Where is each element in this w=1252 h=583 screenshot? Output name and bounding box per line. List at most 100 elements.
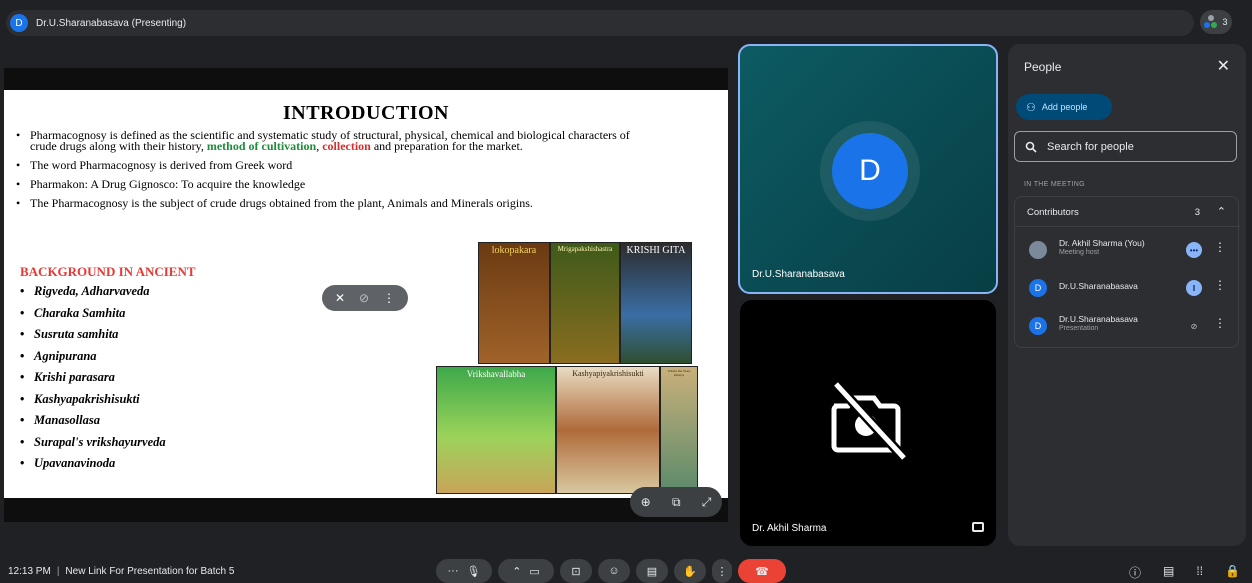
call-controls: ··· 🎙 ⌃ ▭ ⊡ ☺ ▤ ✋ ⋮ ☎ [436,559,786,583]
unpin-icon[interactable]: ✕ [335,291,345,305]
book-cover: Vriksha Das Yaana Rahasya [660,366,698,494]
presenting-indicator[interactable]: D Dr.U.Sharanabasava (Presenting) [6,10,1194,36]
add-person-icon: ⚇ [1026,101,1036,114]
top-bar: D Dr.U.Sharanabasava (Presenting) 3 [0,0,1252,44]
mic-icon[interactable]: 🎙 [467,565,481,578]
meeting-info[interactable]: 12:13 PM | New Link For Presentation for B… [8,566,234,577]
captions-icon: ▤ [646,565,658,578]
hand-icon: ✋ [683,565,697,578]
more-vert-icon[interactable]: ⋮ [1214,240,1226,254]
participant-count: 3 [1222,17,1228,27]
tile-name: Dr. Akhil Sharma [752,523,827,534]
raise-hand-button[interactable]: ✋ [674,559,706,583]
people-dots-icon [1204,15,1218,29]
pop-out-icon[interactable]: ⧉ [672,495,681,510]
participant-tile-presenter[interactable]: D Dr.U.Sharanabasava [738,44,998,294]
info-icon[interactable]: ⓘ [1129,564,1141,581]
list-item: Rigveda, Adharvaveda [20,284,166,306]
search-people-input[interactable]: Search for people [1014,131,1237,162]
people-panel: People ✕ ⚇ Add people Search for people … [1008,44,1246,546]
fullscreen-icon[interactable]: ⤢ [702,495,712,510]
search-icon [1025,141,1037,153]
list-item: Manasollasa [20,413,166,435]
microphone-button[interactable]: ··· 🎙 [436,559,492,583]
avatar: D [1029,279,1047,297]
book-cover: Mrigapakshishastra [550,242,620,364]
activities-icon[interactable]: ⁞⁞ [1196,564,1203,581]
book-cover: Kashyapiyakrishisukti [556,366,660,494]
list-item: Surapal's vrikshayurveda [20,435,166,457]
meeting-title: New Link For Presentation for Batch 5 [65,566,235,577]
present-button[interactable]: ⊡ [560,559,592,583]
contributors-label: Contributors [1027,207,1079,218]
book-cover-collage: lokopakara Mrigapakshishastra KRISHI GIT… [436,242,698,496]
bullet-greek-words: Pharmakon: A Drug Gignosco: To acquire t… [16,178,656,190]
contributors-count: 3 [1194,207,1200,218]
meet-window: D Dr.U.Sharanabasava (Presenting) 3 INTR… [0,0,1252,583]
person-role: Meeting host [1059,249,1100,256]
add-people-label: Add people [1041,102,1088,112]
bottom-bar: 12:13 PM | New Link For Presentation for B… [0,556,1252,583]
slide-annotation-controls[interactable]: ✕ ⊘ ⋮ [322,285,408,311]
avatar: D [832,133,908,209]
more-options-button[interactable]: ⋮ [712,559,732,583]
camera-off-icon [831,380,908,460]
book-cover: KRISHI GITA [620,242,692,364]
side-panel-buttons: ⓘ ▤ ⁞⁞ 🔒 [1129,564,1240,581]
person-name: Dr.U.Sharanabasava [1059,281,1138,291]
chevron-up-icon[interactable]: ⌃ [1217,205,1226,218]
captions-button[interactable]: ▤ [636,559,668,583]
more-horiz-icon[interactable]: ··· [448,565,459,577]
end-call-icon: ☎ [755,565,769,578]
more-vert-icon: ⋮ [716,565,728,578]
chevron-up-icon[interactable]: ⌃ [512,565,521,578]
contributors-header[interactable]: Contributors 3 ⌃ [1015,197,1240,227]
lock-icon[interactable]: 🔒 [1225,564,1240,581]
contributors-section: Contributors 3 ⌃ Dr. Akhil Sharma (You) … [1014,196,1240,348]
list-item[interactable]: Dr. Akhil Sharma (You) Meeting host ••• … [1015,233,1240,269]
presenting-label: Dr.U.Sharanabasava (Presenting) [36,17,187,29]
present-icon: ⊡ [571,565,581,578]
more-options-icon[interactable]: ••• [1186,242,1202,258]
zoom-in-icon[interactable]: ⊕ [641,495,651,509]
slide-title: INTRODUCTION [282,102,450,124]
slide-bullets: Pharmacognosy is defined as the scientif… [16,129,656,217]
background-heading: BACKGROUND IN ANCIENT [20,264,196,279]
bullet-definition: Pharmacognosy is defined as the scientif… [16,129,656,152]
mute-icon[interactable]: ⊘ [359,291,369,305]
tile-name: Dr.U.Sharanabasava [752,269,845,280]
book-cover: Vrikshavallabha [436,366,556,494]
more-vert-icon[interactable]: ⋮ [383,291,395,305]
participant-tile-self[interactable]: Dr. Akhil Sharma [740,300,996,546]
list-item[interactable]: D Dr.U.Sharanabasava Presentation ⊘ ⋮ [1015,309,1240,345]
section-heading: IN THE MEETING [1024,181,1085,188]
more-vert-icon[interactable]: ⋮ [1214,316,1226,330]
minimize-tile-icon[interactable] [972,522,984,532]
camera-button[interactable]: ⌃ ▭ [498,559,554,583]
video-icon[interactable]: ▭ [529,565,539,578]
person-name: Dr. Akhil Sharma (You) [1059,238,1145,248]
panel-title: People [1024,60,1062,74]
presentation-zoom-controls[interactable]: ⊕ ⧉ ⤢ [630,487,722,517]
list-item: Charaka Samhita [20,306,166,328]
participant-count-button[interactable]: 3 [1200,10,1232,34]
emoji-icon: ☺ [608,565,620,577]
list-item[interactable]: D Dr.U.Sharanabasava ‖ ⋮ [1015,271,1240,307]
list-item: Krishi parasara [20,370,166,392]
bullet-subject: The Pharmacognosy is the subject of crud… [16,197,656,209]
add-people-button[interactable]: ⚇ Add people [1016,94,1112,120]
search-placeholder: Search for people [1047,140,1134,153]
emoji-button[interactable]: ☺ [598,559,630,583]
muted-icon: ⊘ [1190,321,1198,331]
chat-icon[interactable]: ▤ [1163,564,1174,581]
list-item: Susruta samhita [20,327,166,349]
bullet-origin: The word Pharmacognosy is derived from G… [16,159,656,171]
list-item: Upavanavinoda [20,456,166,478]
more-vert-icon[interactable]: ⋮ [1214,278,1226,292]
leave-call-button[interactable]: ☎ [738,559,786,583]
book-cover: lokopakara [478,242,550,364]
close-icon[interactable]: ✕ [1217,56,1230,76]
avatar [1029,241,1047,259]
list-item: Kashyapakrishisukti [20,392,166,414]
person-role: Presentation [1059,325,1099,332]
